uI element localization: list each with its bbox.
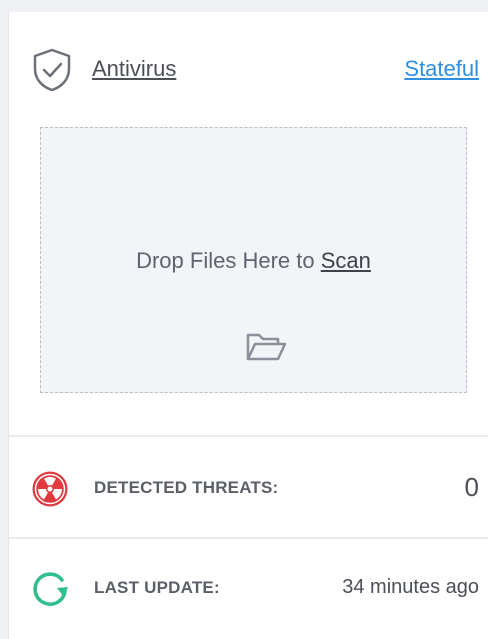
radiation-icon	[32, 471, 68, 507]
scan-link[interactable]: Scan	[321, 248, 371, 273]
drop-instructions: Drop Files Here to Scan	[41, 248, 466, 274]
divider	[9, 435, 488, 437]
last-update-value: 34 minutes ago	[342, 576, 479, 598]
antivirus-panel: Antivirus Stateful Drop Files Here to Sc…	[8, 12, 488, 639]
detected-threats-value: 0	[464, 472, 479, 502]
last-update-row: LAST UPDATE: 34 minutes ago	[9, 558, 488, 618]
refresh-icon[interactable]	[31, 570, 69, 608]
shield-check-icon	[33, 48, 71, 92]
detected-threats-row: DETECTED THREATS: 0	[9, 458, 488, 518]
detected-threats-label: DETECTED THREATS:	[94, 478, 279, 497]
divider	[9, 537, 488, 539]
panel-header: Antivirus Stateful	[9, 12, 488, 120]
stateful-mode-link[interactable]: Stateful	[404, 56, 479, 82]
file-drop-zone[interactable]: Drop Files Here to Scan	[40, 127, 467, 393]
last-update-label: LAST UPDATE:	[94, 578, 220, 597]
folder-open-icon[interactable]	[244, 329, 288, 365]
antivirus-title-link[interactable]: Antivirus	[92, 56, 176, 82]
drop-text: Drop Files Here to	[136, 248, 315, 273]
